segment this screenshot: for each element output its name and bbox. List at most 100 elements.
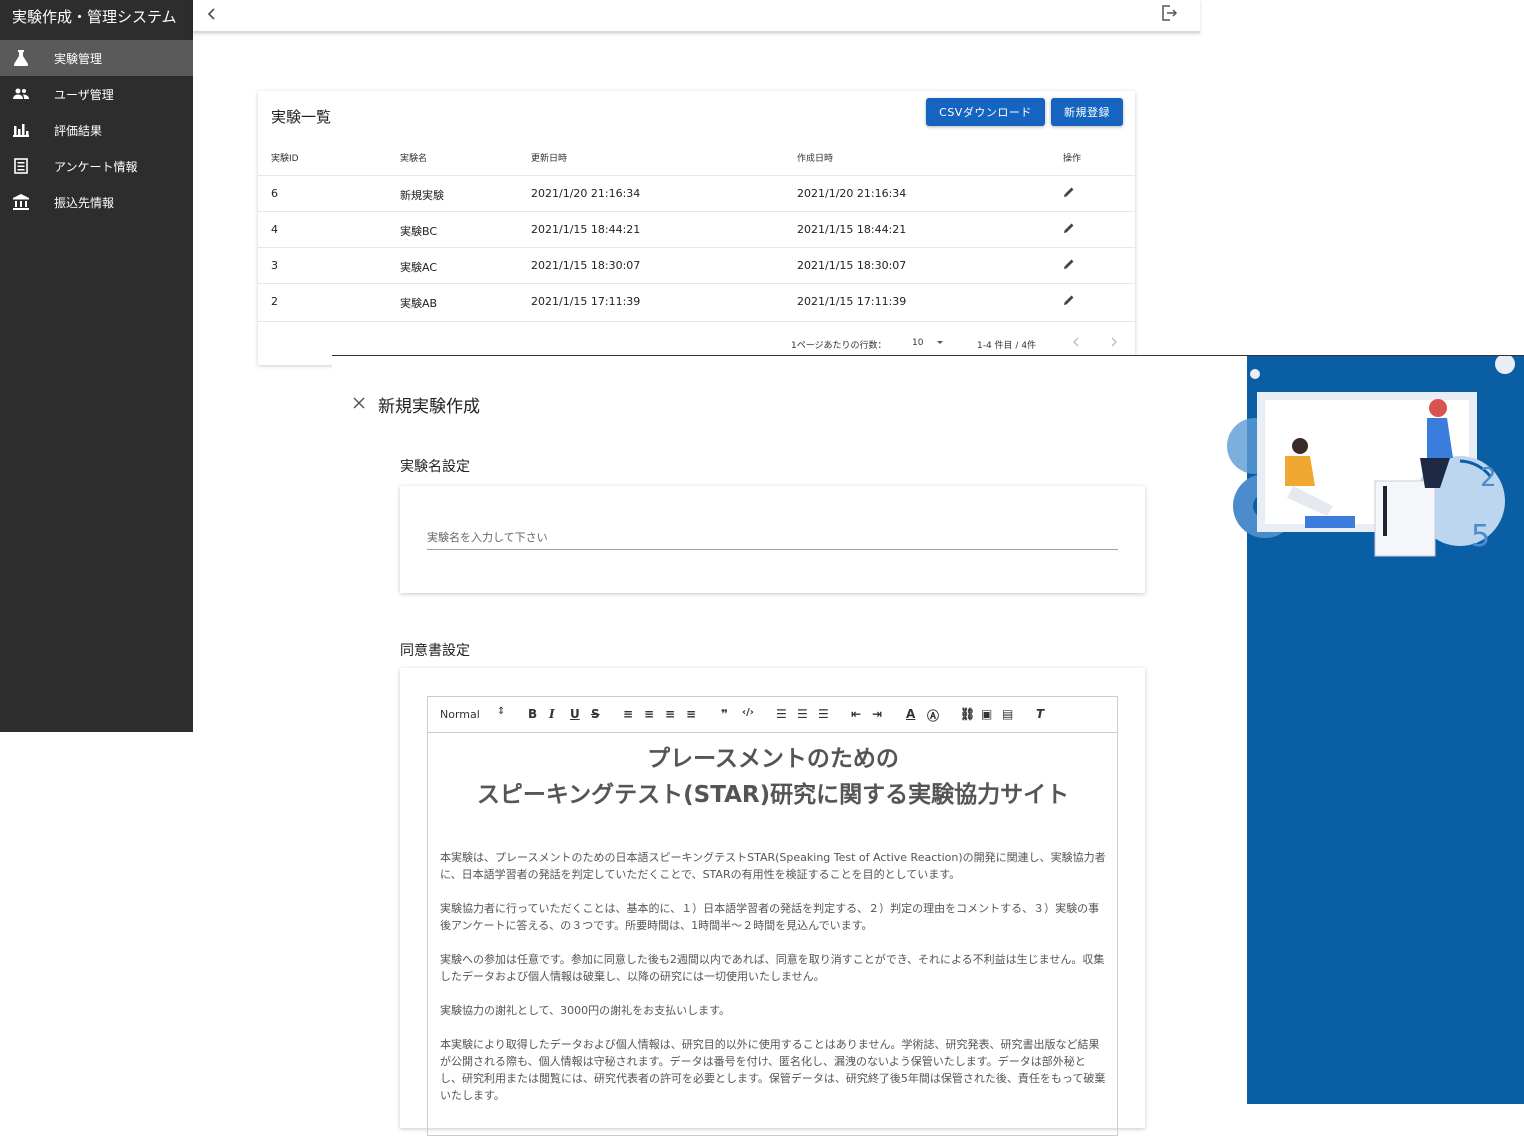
experiment-name-input[interactable]	[427, 526, 1118, 550]
rich-text-editor[interactable]: Normal ⇕ B I U S ≡ ≡ ≡ ≡ ❞ ‹/› ☰ ☰ ☰ ⇤ ⇥…	[427, 696, 1118, 1136]
consent-section-label: 同意書設定	[400, 643, 470, 659]
pencil-icon[interactable]	[1063, 222, 1075, 234]
cell-updated: 2021/1/15 18:30:07	[531, 259, 641, 272]
pencil-icon[interactable]	[1063, 294, 1075, 306]
svg-text:5: 5	[1471, 519, 1490, 554]
experiment-list-card: 実験一覧 CSVダウンロード 新規登録 実験ID 実験名 更新日時 作成日時 操…	[258, 91, 1135, 365]
pencil-icon[interactable]	[1063, 258, 1075, 270]
chevron-right-icon[interactable]	[1110, 336, 1118, 351]
users-icon	[13, 86, 29, 102]
bold-icon[interactable]: B	[528, 707, 537, 721]
cell-id: 2	[271, 295, 278, 308]
name-card	[400, 486, 1145, 593]
column-header-actions: 操作	[1063, 154, 1082, 164]
document-icon	[13, 158, 29, 174]
cell-name: 新規実験	[400, 189, 444, 202]
format-select[interactable]: Normal	[440, 708, 480, 721]
bullet-list-icon[interactable]: ☰	[797, 707, 808, 721]
editor-toolbar: Normal ⇕ B I U S ≡ ≡ ≡ ≡ ❞ ‹/› ☰ ☰ ☰ ⇤ ⇥…	[428, 697, 1117, 733]
cell-updated: 2021/1/15 18:44:21	[531, 223, 641, 236]
consent-paragraph: 実験協力の謝礼として、3000円の謝礼をお支払いします。	[440, 1004, 731, 1017]
new-register-button[interactable]: 新規登録	[1051, 98, 1123, 126]
consent-paragraph: 実験への参加は任意です。参加に同意した後も2週間以内であれば、同意を取り消すこと…	[440, 953, 1105, 983]
sidebar-item-survey[interactable]: アンケート情報	[0, 148, 193, 184]
cell-created: 2021/1/15 18:44:21	[797, 223, 907, 236]
select-arrows-icon[interactable]: ⇕	[497, 706, 505, 717]
rows-per-page-select[interactable]: 10	[912, 338, 923, 348]
caret-down-icon[interactable]	[935, 337, 945, 350]
video-icon[interactable]: ▤	[1002, 707, 1013, 721]
consent-heading-line1: プレースメントのための	[647, 746, 899, 772]
sidebar-item-bank[interactable]: 振込先情報	[0, 184, 193, 220]
text-color-icon[interactable]: A	[906, 707, 915, 721]
app-title: 実験作成・管理システム	[12, 8, 177, 26]
code-icon[interactable]: ‹/›	[742, 707, 754, 718]
underline-icon[interactable]: U	[570, 707, 580, 721]
bar-chart-icon	[13, 122, 29, 138]
indent-icon[interactable]: ⇥	[872, 707, 882, 721]
name-section-label: 実験名設定	[400, 459, 470, 475]
image-icon[interactable]: ▣	[981, 707, 992, 721]
csv-download-button[interactable]: CSVダウンロード	[926, 98, 1045, 126]
cell-id: 6	[271, 187, 278, 200]
rows-per-page-label: 1ページあたりの行数：	[791, 341, 887, 351]
consent-paragraph: 本実験により取得したデータおよび個人情報は、研究目的以外に使用することはありませ…	[440, 1038, 1106, 1102]
column-header-name[interactable]: 実験名	[400, 151, 427, 164]
cell-name: 実験AC	[400, 261, 438, 274]
cell-name: 実験BC	[400, 225, 438, 238]
column-header-created[interactable]: 作成日時	[797, 151, 833, 164]
editor-content[interactable]: プレースメントのための スピーキングテスト(STAR)研究に関する実験協力サイト…	[440, 741, 1106, 1121]
cell-id: 3	[271, 259, 278, 272]
sidebar-item-label: アンケート情報	[54, 159, 138, 174]
close-icon[interactable]	[353, 394, 365, 413]
sidebar-item-results[interactable]: 評価結果	[0, 112, 193, 148]
sidebar-item-users[interactable]: ユーザ管理	[0, 76, 193, 112]
align-right-icon[interactable]: ≡	[665, 707, 675, 721]
pencil-icon[interactable]	[1063, 186, 1075, 198]
consent-card: Normal ⇕ B I U S ≡ ≡ ≡ ≡ ❞ ‹/› ☰ ☰ ☰ ⇤ ⇥…	[400, 668, 1145, 1136]
bank-icon	[13, 194, 29, 210]
pagination-range: 1-4 件目 / 4件	[977, 341, 1037, 351]
outdent-icon[interactable]: ⇤	[851, 707, 861, 721]
background-color-icon[interactable]: Ⓐ	[927, 707, 939, 724]
clear-format-icon[interactable]: T	[1036, 707, 1044, 721]
consent-paragraph: 本実験は、プレースメントのための日本語スピーキングテストSTAR(Speakin…	[440, 851, 1106, 881]
logout-icon[interactable]	[1161, 5, 1179, 23]
cell-created: 2021/1/15 18:30:07	[797, 259, 907, 272]
new-experiment-panel: 新規実験作成 実験名設定 同意書設定 Normal ⇕ B I U S ≡ ≡ …	[332, 356, 1247, 1136]
svg-text:2: 2	[1480, 463, 1497, 493]
table-row[interactable]: 3 実験AC 2021/1/15 18:30:07 2021/1/15 18:3…	[258, 247, 1135, 283]
sidebar-item-label: ユーザ管理	[54, 87, 114, 102]
column-header-id[interactable]: 実験ID	[271, 151, 299, 164]
align-center-icon[interactable]: ≡	[644, 707, 654, 721]
cell-id: 4	[271, 223, 278, 236]
check-list-icon[interactable]: ☰	[818, 707, 829, 721]
consent-paragraph: 実験協力者に行っていただくことは、基本的に、１）日本語学習者の発話を判定する、２…	[440, 902, 1100, 932]
cell-created: 2021/1/15 17:11:39	[797, 295, 907, 308]
table-row[interactable]: 4 実験BC 2021/1/15 18:44:21 2021/1/15 18:4…	[258, 211, 1135, 247]
ordered-list-icon[interactable]: ☰	[776, 707, 787, 721]
sidebar-item-label: 実験管理	[54, 51, 103, 66]
top-bar	[193, 0, 1200, 33]
column-header-updated[interactable]: 更新日時	[531, 151, 567, 164]
sidebar-item-experiments[interactable]: 実験管理	[0, 40, 193, 76]
cell-updated: 2021/1/20 21:16:34	[531, 187, 641, 200]
link-icon[interactable]: ⛓	[960, 707, 975, 721]
blockquote-icon[interactable]: ❞	[721, 707, 728, 721]
table-row[interactable]: 6 新規実験 2021/1/20 21:16:34 2021/1/20 21:1…	[258, 175, 1135, 211]
cell-name: 実験AB	[400, 297, 438, 310]
align-left-icon[interactable]: ≡	[623, 707, 633, 721]
flask-icon	[13, 50, 29, 66]
italic-icon[interactable]: I	[549, 707, 555, 721]
sidebar-item-label: 評価結果	[54, 123, 103, 138]
table-row[interactable]: 2 実験AB 2021/1/15 17:11:39 2021/1/15 17:1…	[258, 283, 1135, 319]
illustration-image: 2 5	[1227, 356, 1515, 557]
sidebar-item-label: 振込先情報	[54, 195, 115, 210]
sidebar: 実験作成・管理システム 実験管理 ユーザ管理 評価結果 アンケート情報 振込先情…	[0, 0, 193, 732]
panel-title: 新規実験作成	[378, 397, 480, 417]
consent-heading-line2: スピーキングテスト(STAR)研究に関する実験協力サイト	[476, 782, 1070, 808]
chevron-left-icon[interactable]	[1072, 336, 1080, 351]
chevron-left-icon[interactable]	[207, 6, 217, 25]
strikethrough-icon[interactable]: S	[591, 707, 600, 721]
align-justify-icon[interactable]: ≡	[686, 707, 696, 721]
